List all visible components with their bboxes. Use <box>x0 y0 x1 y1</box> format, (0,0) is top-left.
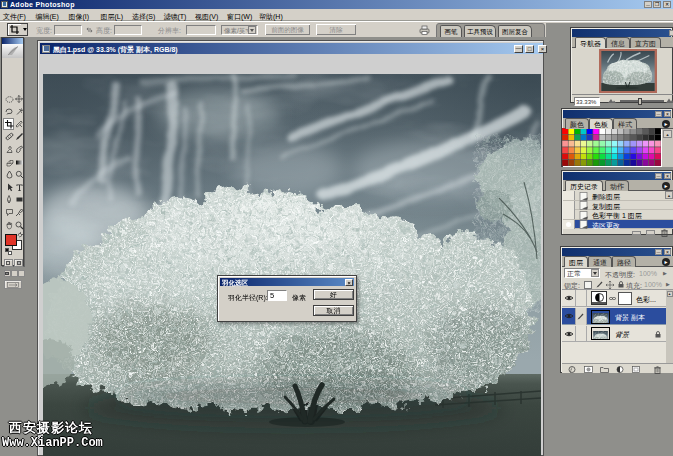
svg-text:f: f <box>570 366 573 372</box>
